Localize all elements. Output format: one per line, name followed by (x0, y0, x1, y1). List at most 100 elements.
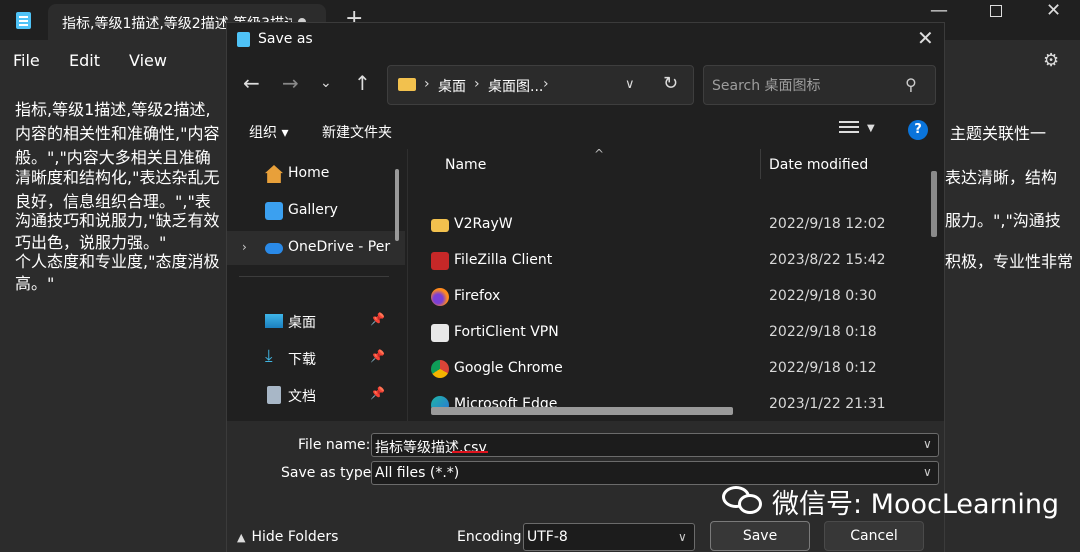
organize-button[interactable]: 组织 ▾ (249, 122, 288, 142)
sidebar-item-desktop[interactable]: 桌面 📌 (227, 304, 405, 338)
encoding-select[interactable]: UTF-8 ∨ (523, 523, 695, 551)
file-row[interactable]: FortiClient VPN 2022/9/18 0:18 (411, 315, 931, 351)
firefox-icon (431, 288, 449, 306)
sidebar-divider (239, 276, 389, 277)
file-row[interactable]: FileZilla Client 2023/8/22 15:42 (411, 243, 931, 279)
expand-chevron-icon[interactable]: › (242, 240, 247, 254)
editor-line: 沟通技巧和说服力,"缺乏有效 (15, 211, 220, 230)
breadcrumb-segment[interactable]: 桌面 (438, 76, 466, 96)
file-name-label: File name: (298, 437, 371, 453)
column-header-name[interactable]: Name (445, 157, 486, 173)
file-row[interactable]: V2RayW 2022/9/18 12:02 (411, 207, 931, 243)
file-name: Firefox (454, 288, 501, 304)
cancel-button[interactable]: Cancel (824, 521, 924, 551)
pin-icon: 📌 (370, 386, 385, 400)
sidebar-item-label: 桌面 (288, 315, 316, 331)
file-name: V2RayW (454, 216, 513, 232)
dialog-titlebar[interactable]: Save as ✕ (227, 23, 944, 57)
column-separator[interactable] (760, 149, 761, 179)
search-input[interactable] (712, 76, 897, 96)
sidebar-item-onedrive[interactable]: › OneDrive - Per (227, 231, 405, 265)
address-bar[interactable]: › 桌面 › 桌面图... › ∨ ↻ (387, 65, 694, 105)
save-as-dialog: Save as ✕ ← → ⌄ ↑ › 桌面 › 桌面图... › ∨ ↻ ⚲ … (226, 22, 945, 552)
save-type-value: All files (*.*) (375, 465, 460, 481)
editor-line: 内容的相关性和准确性,"内容 (15, 124, 220, 143)
menu-view[interactable]: View (129, 51, 167, 70)
sidebar-item-label: Gallery (288, 202, 338, 218)
watermark-text: 微信号: MoocLearning (772, 489, 1060, 520)
editor-line: 清晰度和结构化,"表达杂乱无 (15, 168, 220, 187)
vertical-scrollbar[interactable] (931, 171, 937, 237)
close-window-icon[interactable]: ✕ (1046, 0, 1061, 21)
editor-line-tail: 表达清晰，结构 (945, 168, 1058, 187)
desktop-icon (265, 314, 283, 328)
file-list: Name ^ Date modified V2RayW 2022/9/18 12… (411, 149, 945, 421)
view-dropdown-icon[interactable]: ▼ (867, 123, 875, 134)
column-header-date-modified[interactable]: Date modified (769, 157, 868, 173)
onedrive-icon (265, 243, 283, 254)
file-row[interactable]: Google Chrome 2022/9/18 0:12 (411, 351, 931, 387)
gallery-icon (265, 202, 283, 220)
save-type-label: Save as type: (281, 465, 377, 481)
file-name-field[interactable]: 指标等级描述.csv ∨ (371, 433, 939, 457)
sidebar-item-label: 文档 (288, 389, 316, 405)
back-arrow-icon[interactable]: ← (243, 71, 260, 95)
sidebar-item-gallery[interactable]: Gallery (227, 194, 405, 228)
minimize-icon[interactable]: — (930, 0, 948, 21)
pane-divider[interactable] (407, 149, 408, 421)
recent-locations-chevron-icon[interactable]: ⌄ (320, 75, 332, 91)
breadcrumb-segment[interactable]: 桌面图... (488, 76, 543, 96)
close-dialog-icon[interactable]: ✕ (917, 26, 934, 50)
chevron-down-icon[interactable]: ∨ (678, 530, 687, 544)
menu-edit[interactable]: Edit (69, 51, 100, 70)
command-bar: 组织 ▾ 新建文件夹 ▼ ? (227, 113, 944, 149)
file-name: Google Chrome (454, 360, 563, 376)
sidebar-scrollbar[interactable] (395, 169, 399, 241)
hide-folders-button[interactable]: ▲ Hide Folders (237, 529, 338, 545)
breadcrumb-chevron-icon[interactable]: › (543, 76, 549, 92)
sidebar-item-label: 下载 (288, 352, 316, 368)
folder-icon (431, 219, 449, 232)
menu-file[interactable]: File (13, 51, 40, 70)
new-folder-button[interactable]: 新建文件夹 (322, 122, 392, 142)
download-icon: ⤓ (265, 346, 273, 366)
editor-line-tail: 主题关联性一 (950, 124, 1047, 143)
encoding-label: Encoding: (457, 529, 527, 545)
filezilla-icon (431, 252, 449, 270)
chrome-icon (431, 360, 449, 378)
forward-arrow-icon[interactable]: → (282, 71, 299, 95)
hide-folders-label: Hide Folders (251, 529, 339, 545)
maximize-icon[interactable] (990, 5, 1002, 17)
dialog-title: Save as (258, 31, 313, 47)
breadcrumb-chevron-icon[interactable]: › (424, 76, 430, 92)
breadcrumb-chevron-icon[interactable]: › (474, 76, 480, 92)
editor-line: 高。" (15, 274, 55, 293)
chevron-down-icon[interactable]: ∨ (923, 437, 932, 451)
file-row[interactable]: Firefox 2022/9/18 0:30 (411, 279, 931, 315)
sidebar-item-documents[interactable]: 文档 📌 (227, 378, 405, 412)
search-box[interactable]: ⚲ (703, 65, 936, 105)
address-dropdown-icon[interactable]: ∨ (625, 77, 635, 92)
pin-icon: 📌 (370, 349, 385, 363)
sidebar-item-home[interactable]: Home (227, 157, 405, 191)
forticlient-icon (431, 324, 449, 342)
file-date: 2023/1/22 21:31 (769, 396, 886, 412)
save-button[interactable]: Save (710, 521, 810, 551)
search-icon[interactable]: ⚲ (905, 75, 917, 94)
settings-gear-icon[interactable]: ⚙ (1043, 50, 1059, 71)
view-options-icon[interactable] (839, 121, 859, 137)
file-date: 2022/9/18 0:30 (769, 288, 877, 304)
file-name-value[interactable]: 指标等级描述.csv (375, 437, 487, 457)
up-arrow-icon[interactable]: ↑ (354, 71, 371, 95)
help-icon[interactable]: ? (908, 120, 928, 140)
file-row[interactable]: Microsoft Edge 2023/1/22 21:31 (411, 387, 931, 421)
chevron-down-icon[interactable]: ∨ (923, 465, 932, 479)
refresh-icon[interactable]: ↻ (663, 73, 678, 94)
horizontal-scrollbar[interactable] (431, 407, 733, 415)
sidebar-item-downloads[interactable]: ⤓ 下载 📌 (227, 341, 405, 375)
encoding-value: UTF-8 (527, 529, 568, 545)
editor-line: 指标,等级1描述,等级2描述, (15, 100, 211, 119)
pin-icon: 📌 (370, 312, 385, 326)
file-date: 2022/9/18 12:02 (769, 216, 886, 232)
notepad-app-icon (237, 32, 250, 47)
